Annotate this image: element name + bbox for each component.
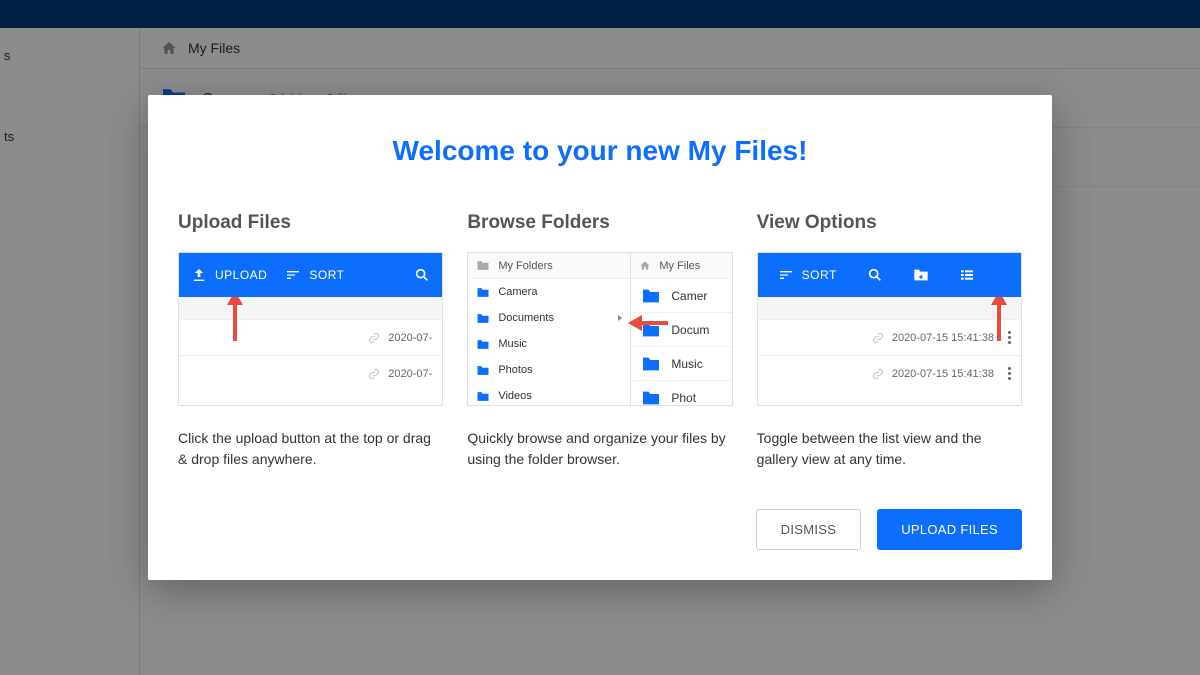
preview-body xyxy=(758,297,1021,319)
card-description: Quickly browse and organize your files b… xyxy=(467,428,732,469)
folder-label: Music xyxy=(498,338,527,350)
browser-folder-item: Music xyxy=(468,331,630,357)
browser-left-header: My Folders xyxy=(468,253,630,279)
folder-icon xyxy=(476,365,490,376)
upload-files-button[interactable]: UPLOAD FILES xyxy=(877,509,1022,550)
browser-folder-item: Documents xyxy=(468,305,630,331)
sort-button: SORT xyxy=(778,267,837,283)
modal-title: Welcome to your new My Files! xyxy=(178,135,1022,167)
card-upload-files: Upload Files UPLOAD SORT xyxy=(178,212,443,469)
link-icon xyxy=(368,368,380,380)
card-preview: SORT 2020-07-15 15:41:38 2020- xyxy=(757,252,1022,406)
preview-toolbar: SORT xyxy=(758,253,1021,297)
search-icon xyxy=(414,267,430,283)
more-icon xyxy=(1008,367,1011,380)
preview-body xyxy=(179,297,442,319)
folder-icon xyxy=(641,356,661,372)
card-heading: Upload Files xyxy=(178,212,443,234)
card-heading: View Options xyxy=(757,212,1022,234)
preview-row: 2020-07- xyxy=(179,355,442,391)
folder-label: Photos xyxy=(498,364,532,376)
preview-row: 2020-07-15 15:41:38 xyxy=(758,355,1021,391)
browser-right-pane: My Files Camer Docum xyxy=(631,253,731,405)
link-icon xyxy=(368,332,380,344)
welcome-modal: Welcome to your new My Files! Upload Fil… xyxy=(148,95,1052,580)
sort-icon xyxy=(285,267,301,283)
link-icon xyxy=(872,332,884,344)
browser-file-item: Music xyxy=(631,347,731,381)
file-label: Camer xyxy=(671,289,707,303)
browser-folder-item: Photos xyxy=(468,357,630,383)
preview-toolbar: UPLOAD SORT xyxy=(179,253,442,297)
folder-icon xyxy=(476,339,490,350)
sort-icon xyxy=(778,267,794,283)
folder-label: Camera xyxy=(498,286,537,298)
card-description: Click the upload button at the top or dr… xyxy=(178,428,443,469)
dismiss-button[interactable]: DISMISS xyxy=(756,509,862,550)
browser-file-item: Camer xyxy=(631,279,731,313)
sort-label: SORT xyxy=(802,268,837,282)
folder-label: Videos xyxy=(498,390,531,402)
view-list-icon xyxy=(959,267,975,283)
file-label: Docum xyxy=(671,323,709,337)
more-icon xyxy=(1008,331,1011,344)
browser-left-pane: My Folders Camera Documents xyxy=(468,253,631,405)
browser-header-label: My Files xyxy=(659,260,700,272)
file-label: Phot xyxy=(671,391,696,405)
folder-icon xyxy=(476,287,490,298)
card-browse-folders: Browse Folders My Folders Camera xyxy=(467,212,732,469)
preview-date: 2020-07- xyxy=(388,332,432,344)
sort-label: SORT xyxy=(309,268,344,282)
home-icon xyxy=(639,260,651,271)
folder-icon xyxy=(641,322,661,338)
preview-row: 2020-07-15 15:41:38 xyxy=(758,319,1021,355)
browser-folder-item: Camera xyxy=(468,279,630,305)
folder-icon xyxy=(476,260,490,271)
new-folder-icon xyxy=(913,267,929,283)
sort-button: SORT xyxy=(285,267,344,283)
modal-overlay: Welcome to your new My Files! Upload Fil… xyxy=(0,0,1200,675)
feature-cards: Upload Files UPLOAD SORT xyxy=(178,212,1022,469)
upload-icon xyxy=(191,267,207,283)
link-icon xyxy=(872,368,884,380)
folder-browser-preview: My Folders Camera Documents xyxy=(468,253,731,405)
card-heading: Browse Folders xyxy=(467,212,732,234)
browser-file-item: Docum xyxy=(631,313,731,347)
search-icon xyxy=(867,267,883,283)
modal-footer: DISMISS UPLOAD FILES xyxy=(178,509,1022,550)
folder-icon xyxy=(476,313,490,324)
folder-icon xyxy=(641,288,661,304)
folder-icon xyxy=(641,390,661,406)
card-view-options: View Options SORT 2020-07-15 xyxy=(757,212,1022,469)
browser-file-item: Phot xyxy=(631,381,731,406)
preview-row: 2020-07- xyxy=(179,319,442,355)
file-label: Music xyxy=(671,357,702,371)
preview-date: 2020-07-15 15:41:38 xyxy=(892,332,994,344)
upload-label: UPLOAD xyxy=(215,268,267,282)
preview-date: 2020-07- xyxy=(388,368,432,380)
card-description: Toggle between the list view and the gal… xyxy=(757,428,1022,469)
folder-icon xyxy=(476,391,490,402)
preview-date: 2020-07-15 15:41:38 xyxy=(892,368,994,380)
card-preview: My Folders Camera Documents xyxy=(467,252,732,406)
card-preview: UPLOAD SORT 2020-07- xyxy=(178,252,443,406)
browser-right-header: My Files xyxy=(631,253,731,279)
browser-header-label: My Folders xyxy=(498,260,552,272)
browser-folder-item: Videos xyxy=(468,383,630,406)
upload-button: UPLOAD xyxy=(191,267,267,283)
folder-label: Documents xyxy=(498,312,554,324)
